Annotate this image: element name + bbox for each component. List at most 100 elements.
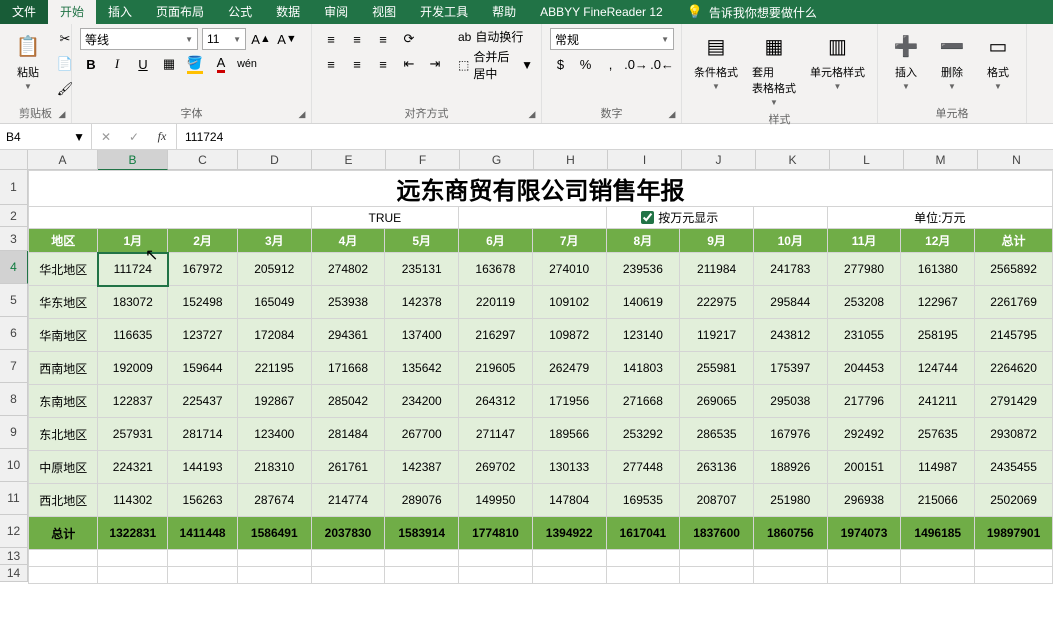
row-header[interactable]: 11: [0, 482, 28, 515]
cell[interactable]: 2502069: [975, 484, 1053, 517]
cell[interactable]: 217796: [827, 385, 901, 418]
cell[interactable]: 130133: [532, 451, 606, 484]
row-header[interactable]: 1: [0, 170, 28, 205]
clipboard-launcher[interactable]: ◢: [56, 108, 68, 120]
cell[interactable]: 19897901: [975, 517, 1053, 550]
cell[interactable]: [680, 550, 754, 567]
cell[interactable]: 1394922: [532, 517, 606, 550]
tab-view[interactable]: 视图: [360, 0, 408, 24]
cell[interactable]: 111724: [98, 253, 168, 286]
cell[interactable]: 243812: [753, 319, 827, 352]
column-header[interactable]: J: [682, 150, 756, 170]
cell[interactable]: [975, 550, 1053, 567]
cell[interactable]: 1583914: [385, 517, 459, 550]
cell[interactable]: 2145795: [975, 319, 1053, 352]
cell[interactable]: 287674: [237, 484, 311, 517]
cell[interactable]: 239536: [606, 253, 680, 286]
cell[interactable]: 264312: [459, 385, 533, 418]
font-size-combo[interactable]: 11▼: [202, 28, 246, 50]
table-format-button[interactable]: ▦套用 表格格式▼: [748, 28, 800, 109]
cell[interactable]: [459, 567, 533, 584]
tab-help[interactable]: 帮助: [480, 0, 528, 24]
cell[interactable]: 251980: [753, 484, 827, 517]
decrease-indent-button[interactable]: ⇤: [398, 53, 420, 75]
cell[interactable]: TRUE: [311, 207, 458, 229]
row-header[interactable]: 3: [0, 227, 28, 251]
column-header[interactable]: L: [830, 150, 904, 170]
cell[interactable]: [98, 550, 168, 567]
cell[interactable]: 267700: [385, 418, 459, 451]
cell[interactable]: 2791429: [975, 385, 1053, 418]
comma-format-button[interactable]: ,: [600, 53, 621, 75]
cell[interactable]: [311, 550, 385, 567]
cell[interactable]: 167976: [753, 418, 827, 451]
cell[interactable]: 295844: [753, 286, 827, 319]
cell[interactable]: 263136: [680, 451, 754, 484]
column-header[interactable]: C: [168, 150, 238, 170]
tab-page-layout[interactable]: 页面布局: [144, 0, 216, 24]
cell[interactable]: 地区: [29, 229, 98, 253]
row-header[interactable]: 13: [0, 548, 28, 565]
cell[interactable]: 114302: [98, 484, 168, 517]
cell[interactable]: 124744: [901, 352, 975, 385]
cell[interactable]: [168, 567, 238, 584]
conditional-format-button[interactable]: ▤条件格式▼: [690, 28, 742, 93]
cell[interactable]: 285042: [311, 385, 385, 418]
cell[interactable]: 123727: [168, 319, 238, 352]
cell[interactable]: 286535: [680, 418, 754, 451]
cell[interactable]: 171956: [532, 385, 606, 418]
cell[interactable]: 169535: [606, 484, 680, 517]
cell[interactable]: 171668: [311, 352, 385, 385]
align-left-button[interactable]: ≡: [320, 53, 342, 75]
formula-input[interactable]: 111724: [177, 124, 1053, 149]
cell[interactable]: [532, 567, 606, 584]
column-header[interactable]: M: [904, 150, 978, 170]
cell[interactable]: 295038: [753, 385, 827, 418]
cell[interactable]: 241211: [901, 385, 975, 418]
cell-styles-button[interactable]: ▥单元格样式▼: [806, 28, 869, 93]
cell[interactable]: [459, 550, 533, 567]
cell[interactable]: 137400: [385, 319, 459, 352]
cell[interactable]: 188926: [753, 451, 827, 484]
cell[interactable]: 208707: [680, 484, 754, 517]
cell[interactable]: 294361: [311, 319, 385, 352]
cell[interactable]: 远东商贸有限公司销售年报: [29, 171, 1053, 207]
cell[interactable]: 6月: [459, 229, 533, 253]
cell[interactable]: 222975: [680, 286, 754, 319]
cell[interactable]: 271668: [606, 385, 680, 418]
cell[interactable]: 10月: [753, 229, 827, 253]
column-header[interactable]: B: [98, 150, 168, 170]
row-header[interactable]: 6: [0, 317, 28, 350]
tab-review[interactable]: 审阅: [312, 0, 360, 24]
column-header[interactable]: E: [312, 150, 386, 170]
cell[interactable]: 140619: [606, 286, 680, 319]
cell[interactable]: 2264620: [975, 352, 1053, 385]
align-center-button[interactable]: ≡: [346, 53, 368, 75]
wrap-text-button[interactable]: ab 自动换行: [458, 28, 533, 45]
name-box[interactable]: B4 ▼: [0, 124, 92, 149]
cell[interactable]: 192867: [237, 385, 311, 418]
cell[interactable]: [606, 550, 680, 567]
cell[interactable]: 8月: [606, 229, 680, 253]
cell[interactable]: 274802: [311, 253, 385, 286]
cell[interactable]: 西北地区: [29, 484, 98, 517]
row-header[interactable]: 2: [0, 205, 28, 227]
cell[interactable]: 142387: [385, 451, 459, 484]
cell[interactable]: 123400: [237, 418, 311, 451]
cell[interactable]: 216297: [459, 319, 533, 352]
cell[interactable]: 122967: [901, 286, 975, 319]
cell[interactable]: 152498: [168, 286, 238, 319]
border-button[interactable]: ▦: [158, 53, 180, 75]
row-header[interactable]: 5: [0, 284, 28, 317]
percent-format-button[interactable]: %: [575, 53, 596, 75]
number-format-combo[interactable]: 常规▼: [550, 28, 674, 50]
cell[interactable]: 211984: [680, 253, 754, 286]
cell[interactable]: 271147: [459, 418, 533, 451]
column-header[interactable]: I: [608, 150, 682, 170]
row-header[interactable]: 8: [0, 383, 28, 416]
cell[interactable]: 221195: [237, 352, 311, 385]
column-header[interactable]: K: [756, 150, 830, 170]
cell[interactable]: 114987: [901, 451, 975, 484]
cell[interactable]: 183072: [98, 286, 168, 319]
cell[interactable]: 华北地区: [29, 253, 98, 286]
